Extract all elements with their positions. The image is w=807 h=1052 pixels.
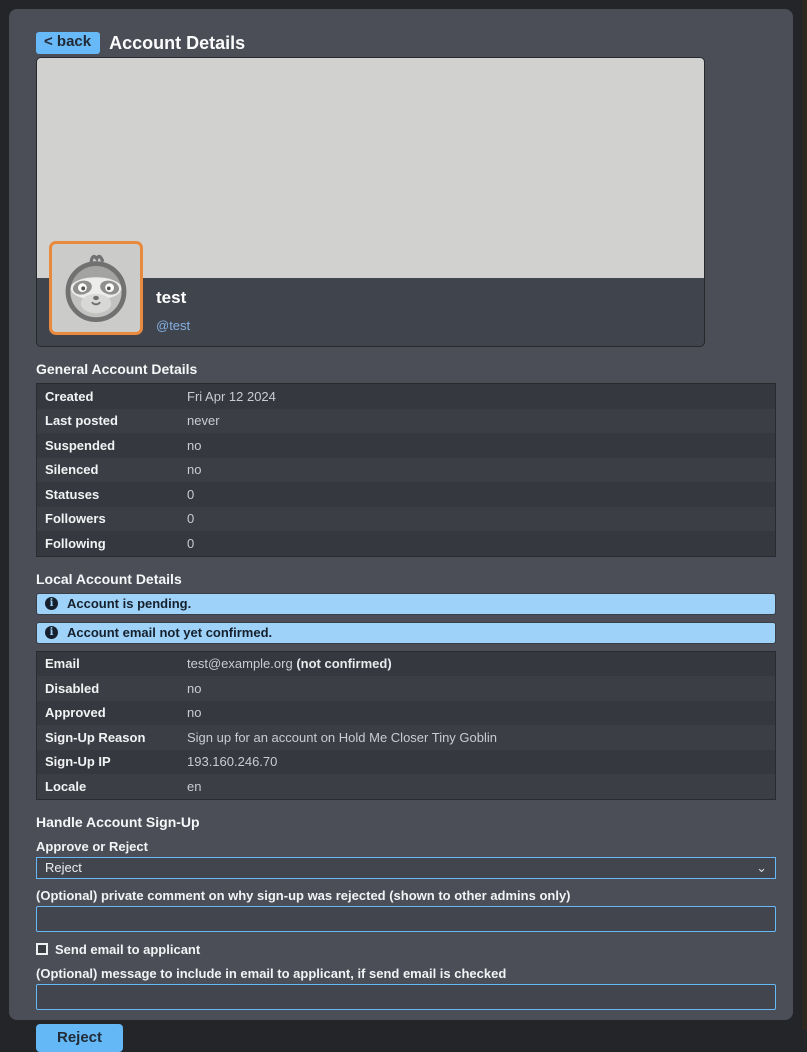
- row-label: Silenced: [37, 462, 187, 477]
- table-row: Following 0: [37, 531, 775, 556]
- email-not-confirmed-flag: (not confirmed): [296, 656, 391, 671]
- scrollbar[interactable]: [802, 0, 807, 1030]
- table-row: Email test@example.org (not confirmed): [37, 652, 775, 677]
- row-value: 0: [187, 487, 194, 502]
- row-label: Approved: [37, 705, 187, 720]
- row-label: Disabled: [37, 681, 187, 696]
- send-email-row: Send email to applicant: [36, 942, 776, 957]
- row-label: Statuses: [37, 487, 187, 502]
- table-row: Statuses 0: [37, 482, 775, 507]
- row-label: Sign-Up Reason: [37, 730, 187, 745]
- chevron-down-icon: ⌄: [756, 863, 767, 873]
- row-label: Email: [37, 656, 187, 671]
- handle-signup-heading: Handle Account Sign-Up: [36, 814, 776, 830]
- back-button[interactable]: < back: [36, 32, 100, 54]
- reject-submit-button[interactable]: Reject: [36, 1024, 123, 1052]
- row-label: Followers: [37, 511, 187, 526]
- local-details-table: Email test@example.org (not confirmed) D…: [36, 651, 776, 800]
- table-row: Created Fri Apr 12 2024: [37, 384, 775, 409]
- row-value: Fri Apr 12 2024: [187, 389, 276, 404]
- profile-card: test @test: [36, 57, 705, 347]
- row-label: Following: [37, 536, 187, 551]
- info-icon: i: [45, 626, 58, 639]
- select-value: Reject: [45, 860, 82, 875]
- table-row: Sign-Up IP 193.160.246.70: [37, 750, 775, 775]
- row-value: 193.160.246.70: [187, 754, 277, 769]
- approve-reject-label: Approve or Reject: [36, 839, 776, 854]
- row-value: en: [187, 779, 201, 794]
- table-row: Followers 0: [37, 507, 775, 532]
- row-value: no: [187, 462, 201, 477]
- row-label: Sign-Up IP: [37, 754, 187, 769]
- table-row: Last posted never: [37, 409, 775, 434]
- row-label: Suspended: [37, 438, 187, 453]
- private-comment-input[interactable]: [36, 906, 776, 932]
- email-message-input[interactable]: [36, 984, 776, 1010]
- local-details-heading: Local Account Details: [36, 571, 776, 587]
- username-handle: @test: [156, 318, 190, 333]
- row-label: Created: [37, 389, 187, 404]
- row-value: 0: [187, 536, 194, 551]
- banner-text: Account email not yet confirmed.: [67, 625, 272, 640]
- general-details-heading: General Account Details: [36, 361, 776, 377]
- table-row: Silenced no: [37, 458, 775, 483]
- banner-text: Account is pending.: [67, 596, 191, 611]
- row-value: never: [187, 413, 220, 428]
- row-value: no: [187, 681, 201, 696]
- email-unconfirmed-banner: i Account email not yet confirmed.: [36, 622, 776, 644]
- table-row: Suspended no: [37, 433, 775, 458]
- row-value: 0: [187, 511, 194, 526]
- table-row: Disabled no: [37, 676, 775, 701]
- page-header: < back Account Details: [36, 32, 776, 54]
- row-label: Locale: [37, 779, 187, 794]
- account-details-panel: < back Account Details: [9, 9, 793, 1020]
- table-row: Approved no: [37, 701, 775, 726]
- general-details-table: Created Fri Apr 12 2024 Last posted neve…: [36, 383, 776, 557]
- sloth-avatar-icon: [56, 246, 136, 331]
- table-row: Sign-Up Reason Sign up for an account on…: [37, 725, 775, 750]
- send-email-checkbox[interactable]: [36, 943, 48, 955]
- row-label: Last posted: [37, 413, 187, 428]
- profile-names: test @test: [156, 288, 190, 333]
- row-value: test@example.org (not confirmed): [187, 656, 392, 671]
- email-message-label: (Optional) message to include in email t…: [36, 966, 776, 981]
- row-value: no: [187, 705, 201, 720]
- table-row: Locale en: [37, 774, 775, 799]
- row-value: Sign up for an account on Hold Me Closer…: [187, 730, 497, 745]
- info-icon: i: [45, 597, 58, 610]
- private-comment-label: (Optional) private comment on why sign-u…: [36, 888, 776, 903]
- page-title: Account Details: [109, 33, 245, 54]
- approve-reject-select[interactable]: Reject ⌄: [36, 857, 776, 879]
- avatar: [49, 241, 143, 335]
- display-name: test: [156, 288, 190, 308]
- row-value: no: [187, 438, 201, 453]
- send-email-label: Send email to applicant: [55, 942, 200, 957]
- account-pending-banner: i Account is pending.: [36, 593, 776, 615]
